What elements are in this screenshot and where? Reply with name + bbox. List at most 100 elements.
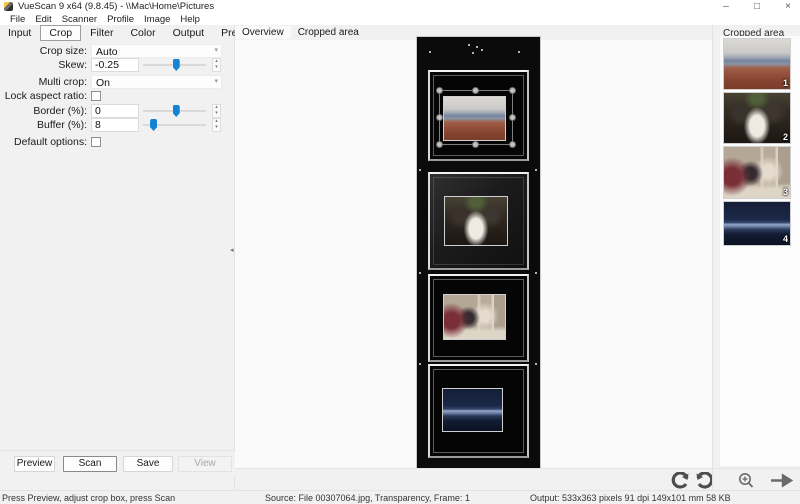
skew-label: Skew: [0,59,87,71]
menu-profile[interactable]: Profile [102,14,139,25]
film-strip[interactable] [417,37,540,468]
buffer-input[interactable] [91,118,139,132]
crop-handle-top-left[interactable] [436,87,443,94]
thumbnail-number: 4 [783,234,788,244]
film-speck [481,49,483,51]
border-input[interactable] [91,104,139,118]
buffer-row: Buffer (%): ▴ ▾ [0,118,235,132]
slide-photo-2[interactable] [444,196,508,246]
maximize-button[interactable]: □ [751,0,763,13]
menu-image[interactable]: Image [139,14,175,25]
tab-crop[interactable]: Crop [40,25,81,41]
slide-photo-3[interactable] [443,294,506,340]
status-source: Source: File 00307064.jpg, Transparency,… [265,493,470,503]
cropped-area-panel: Cropped area 1 2 3 4 [712,25,800,490]
default-options-row: Default options: [0,135,235,149]
spin-down-icon[interactable]: ▾ [213,111,220,117]
minimize-button[interactable]: – [720,0,732,13]
border-label: Border (%): [0,105,87,117]
menu-scanner[interactable]: Scanner [57,14,102,25]
preview-button[interactable]: Preview [14,456,55,472]
vuescan-window: VueScan 9 x64 (9.8.45) - \\Mac\Home\Pict… [0,0,800,504]
buffer-slider-thumb[interactable] [150,119,157,131]
menu-help[interactable]: Help [175,14,205,25]
collapse-left-panel-arrow[interactable]: ◂ [230,246,234,254]
multi-crop-dropdown[interactable]: On ▾ [91,75,222,89]
film-speck [535,272,537,274]
thumbnail-1[interactable]: 1 [723,38,791,90]
tab-cropped-area[interactable]: Cropped area [291,26,366,39]
film-speck [429,51,431,53]
vuescan-app-icon [4,2,13,11]
option-tab-strip: Input Crop Filter Color Output Prefs [0,25,235,41]
crop-handle-middle-left[interactable] [436,114,443,121]
thumbnail-3[interactable]: 3 [723,146,791,199]
rotate-counterclockwise-icon[interactable] [670,472,692,489]
lock-aspect-label: Lock aspect ratio: [0,90,87,102]
default-options-label: Default options: [0,136,87,148]
buffer-slider[interactable] [143,118,206,132]
border-slider[interactable] [143,104,206,118]
chevron-down-icon: ▾ [214,46,218,54]
next-frame-arrow-icon[interactable] [769,472,793,489]
slide-photo-4[interactable] [442,388,503,432]
crop-handle-top-right[interactable] [509,87,516,94]
lock-aspect-checkbox[interactable] [91,91,101,101]
film-speck [518,51,520,53]
crop-handle-bottom-left[interactable] [436,141,443,148]
action-button-bar: Preview Scan Save View [0,450,235,476]
film-speck [472,52,474,54]
tab-color[interactable]: Color [122,26,163,40]
border-spinner[interactable]: ▴ ▾ [212,104,221,118]
status-bar: Press Preview, adjust crop box, press Sc… [0,490,800,504]
scan-preview-area[interactable] [235,40,712,468]
multi-crop-row: Multi crop: On ▾ [0,75,235,89]
view-button[interactable]: View [178,456,232,472]
save-button[interactable]: Save [123,456,173,472]
tab-output[interactable]: Output [165,26,213,40]
skew-slider-thumb[interactable] [173,59,180,71]
scan-button[interactable]: Scan [63,456,117,472]
skew-input[interactable] [91,58,139,72]
tab-filter[interactable]: Filter [82,26,121,40]
zoom-in-icon[interactable] [737,472,756,489]
chevron-down-icon: ▾ [214,77,218,85]
skew-slider[interactable] [143,58,206,72]
buffer-spinner[interactable]: ▴ ▾ [212,118,221,132]
thumbnail-4[interactable]: 4 [723,201,791,246]
spin-down-icon[interactable]: ▾ [213,125,220,131]
right-toolbar [713,468,800,490]
crop-size-dropdown[interactable]: Auto ▾ [91,44,222,58]
status-output: Output: 533x363 pixels 91 dpi 149x101 mm… [530,493,731,503]
thumbnail-2[interactable]: 2 [723,92,791,144]
crop-size-label: Crop size: [0,45,87,57]
crop-size-row: Crop size: Auto ▾ [0,44,235,58]
default-options-checkbox[interactable] [91,137,101,147]
preview-toolbar [235,468,712,490]
crop-box[interactable] [439,90,513,145]
window-title: VueScan 9 x64 (9.8.45) - \\Mac\Home\Pict… [18,1,214,12]
close-button[interactable]: × [782,0,794,13]
thumbnail-list[interactable]: 1 2 3 4 [720,36,800,466]
menu-bar: File Edit Scanner Profile Image Help [0,13,800,25]
multi-crop-value: On [96,77,110,89]
skew-spinner[interactable]: ▴ ▾ [212,58,221,72]
border-slider-thumb[interactable] [173,105,180,117]
buffer-label: Buffer (%): [0,119,87,131]
skew-row: Skew: ▴ ▾ [0,58,235,72]
crop-handle-bottom-middle[interactable] [472,141,479,148]
film-speck [419,363,421,365]
menu-file[interactable]: File [5,14,30,25]
crop-handle-middle-right[interactable] [509,114,516,121]
lock-aspect-row: Lock aspect ratio: [0,89,235,103]
multi-crop-label: Multi crop: [0,76,87,88]
film-speck [419,272,421,274]
thumbnail-number: 1 [783,78,788,88]
crop-handle-top-middle[interactable] [472,87,479,94]
crop-handle-bottom-right[interactable] [509,141,516,148]
tab-overview[interactable]: Overview [235,26,291,39]
menu-edit[interactable]: Edit [30,14,56,25]
tab-input[interactable]: Input [0,26,39,40]
film-speck [476,46,478,48]
spin-down-icon[interactable]: ▾ [213,65,220,71]
